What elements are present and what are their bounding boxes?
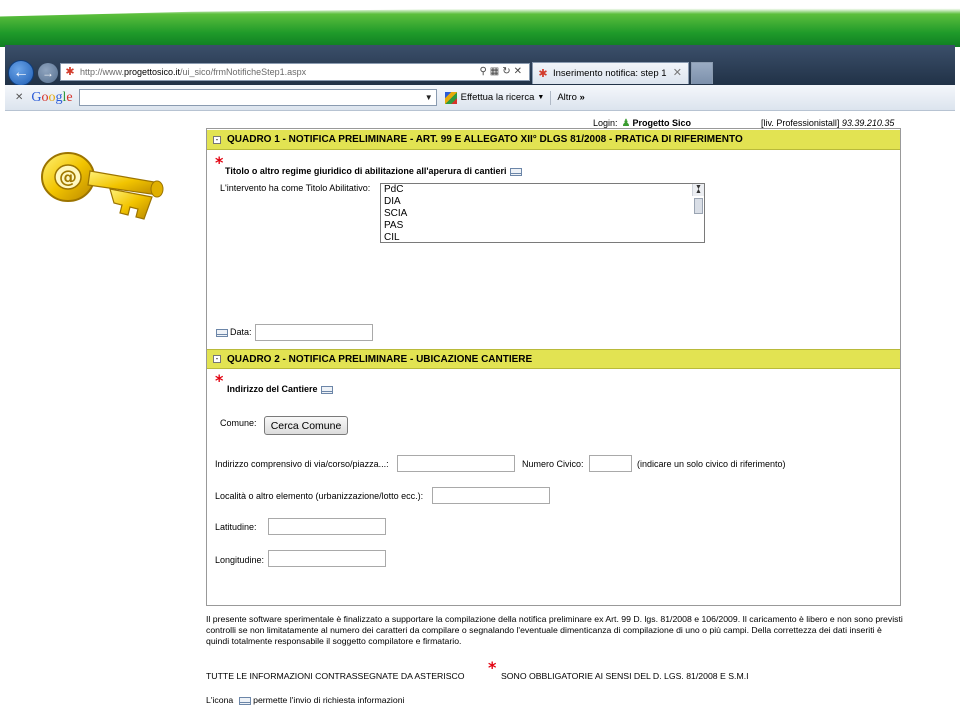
- refresh-icon[interactable]: ↻: [502, 66, 513, 77]
- quadro2-header[interactable]: - QUADRO 2 - NOTIFICA PRELIMINARE - UBIC…: [207, 349, 900, 369]
- arrow-left-icon: ←: [13, 64, 29, 81]
- tab-inserimento-notifica[interactable]: ✱ Inserimento notifica: step 1 ✕: [532, 62, 689, 84]
- disclaimer-text: Il presente software sperimentale è fina…: [206, 614, 903, 646]
- civico-hint: (indicare un solo civico di riferimento): [637, 459, 786, 469]
- double-chevron-icon: »: [579, 92, 585, 103]
- collapse-icon[interactable]: -: [213, 355, 221, 363]
- quadro2-section-title: Indirizzo del Cantiere: [227, 384, 333, 394]
- quadro1-section-text: Titolo o altro regime giuridico di abili…: [225, 166, 507, 176]
- google-logo: Google: [31, 89, 73, 105]
- numero-civico-input[interactable]: [589, 455, 632, 472]
- forward-button[interactable]: →: [38, 63, 58, 83]
- chevron-down-icon[interactable]: ▼: [425, 93, 433, 102]
- icon-legend-suffix: permette l'invio di richiesta informazio…: [253, 695, 405, 705]
- google-search-input[interactable]: ▼: [78, 89, 437, 106]
- latitudine-label: Latitudine:: [215, 522, 257, 532]
- titolo-abilitativo-label: L'intervento ha come Titolo Abilitativo:: [220, 183, 371, 193]
- level-text: [liv. Professionistall]: [761, 118, 840, 128]
- tab-favicon-icon: ✱: [538, 67, 548, 80]
- ip-address: 93.39.210.35: [841, 118, 895, 128]
- listbox-option[interactable]: SCIA: [384, 208, 704, 220]
- listbox-option[interactable]: DIA: [384, 196, 704, 208]
- icon-legend: L'icona permette l'invio di richiesta in…: [206, 695, 404, 705]
- url-path: /ui_sico/frmNotificheStep1.aspx: [180, 67, 307, 77]
- indirizzo-input[interactable]: [397, 455, 515, 472]
- required-asterisk: *: [215, 153, 224, 172]
- mandatory-note-left: TUTTE LE INFORMAZIONI CONTRASSEGNATE DA …: [206, 671, 465, 681]
- data-input[interactable]: [255, 324, 373, 341]
- key-logo: @: [41, 152, 164, 220]
- more-button[interactable]: Altro »: [557, 92, 584, 103]
- scroll-thumb[interactable]: [694, 198, 703, 214]
- tab-title: Inserimento notifica: step 1: [553, 68, 667, 79]
- google-toolbar: ✕ Google ▼ Effettua la ricerca ▼ Altro »: [5, 85, 955, 111]
- tab-close-icon[interactable]: ✕: [673, 66, 682, 79]
- localita-input[interactable]: [432, 487, 550, 504]
- url-prefix: http://www.: [80, 67, 125, 77]
- longitudine-input[interactable]: [268, 550, 386, 567]
- url-domain: progettosico.it: [124, 67, 181, 77]
- localita-label: Località o altro elemento (urbanizzazion…: [215, 491, 424, 501]
- comune-label: Comune:: [220, 418, 257, 428]
- stop-icon[interactable]: ✕: [514, 66, 525, 77]
- required-asterisk: *: [488, 658, 497, 677]
- google-search-button[interactable]: Effettua la ricerca ▼: [444, 91, 545, 104]
- mail-icon[interactable]: [509, 167, 522, 176]
- address-bar[interactable]: ✱ http://www. progettosico.it/ui_sico/frm…: [60, 63, 530, 81]
- new-tab-button[interactable]: [691, 62, 713, 84]
- search-icon[interactable]: ⚲: [479, 66, 489, 77]
- dropdown-arrow-icon: ▼: [537, 94, 545, 101]
- quadro1-title: QUADRO 1 - NOTIFICA PRELIMINARE - ART. 9…: [227, 134, 743, 145]
- google-search-icon: [444, 91, 457, 104]
- quadro1-header[interactable]: - QUADRO 1 - NOTIFICA PRELIMINARE - ART.…: [207, 130, 900, 150]
- quadro2-title: QUADRO 2 - NOTIFICA PRELIMINARE - UBICAZ…: [227, 353, 533, 365]
- slide-green-band: [0, 4, 960, 47]
- collapse-icon[interactable]: -: [213, 135, 221, 144]
- arrow-right-icon: →: [42, 66, 54, 80]
- more-label: Altro: [557, 92, 577, 103]
- mail-icon[interactable]: [216, 328, 228, 337]
- required-asterisk: *: [215, 371, 224, 390]
- quadro2-section-text: Indirizzo del Cantiere: [227, 384, 318, 394]
- login-label: Login:: [593, 118, 618, 128]
- browser-tabbar: ← → ✱ http://www. progettosico.it/ui_sico…: [5, 45, 955, 86]
- site-favicon-icon: ✱: [65, 66, 75, 78]
- form-frame: - QUADRO 1 - NOTIFICA PRELIMINARE - ART.…: [206, 128, 901, 606]
- data-label: Data:: [230, 327, 252, 337]
- cerca-comune-button[interactable]: Cerca Comune: [264, 416, 348, 435]
- address-bar-icons[interactable]: ⚲▦↻✕: [479, 66, 525, 77]
- toolbar-separator: [550, 90, 552, 105]
- icon-legend-prefix: L'icona: [206, 695, 234, 705]
- scroll-down-icon[interactable]: ▼: [695, 182, 702, 194]
- mail-icon[interactable]: [320, 385, 333, 394]
- data-label-row: Data:: [216, 327, 252, 337]
- back-button[interactable]: ←: [8, 60, 34, 86]
- listbox-option[interactable]: PdC: [384, 184, 704, 196]
- titolo-abilitativo-listbox[interactable]: PdC DIA SCIA PAS CIL ▲ ▼: [380, 183, 705, 243]
- toolbar-close-icon[interactable]: ✕: [15, 92, 23, 103]
- search-button-label: Effettua la ricerca: [460, 92, 535, 103]
- mandatory-note-right: SONO OBBLIGATORIE AI SENSI DEL D. LGS. 8…: [501, 671, 749, 681]
- listbox-option[interactable]: CIL: [384, 232, 704, 244]
- mail-icon: [238, 696, 251, 705]
- quadro1-section-title: Titolo o altro regime giuridico di abili…: [225, 166, 522, 176]
- user-name: Progetto Sico: [632, 118, 692, 128]
- listbox-option[interactable]: PAS: [384, 220, 704, 232]
- indirizzo-label: Indirizzo comprensivo di via/corso/piazz…: [215, 459, 389, 469]
- listbox-scrollbar[interactable]: ▲ ▼: [692, 182, 704, 214]
- svg-text:@: @: [59, 167, 77, 188]
- browser-window: ← → ✱ http://www. progettosico.it/ui_sico…: [5, 45, 955, 111]
- numero-civico-label: Numero Civico:: [522, 459, 584, 469]
- compat-view-icon[interactable]: ▦: [490, 66, 502, 77]
- latitudine-input[interactable]: [268, 518, 386, 535]
- user-level: [liv. Professionistall] 93.39.210.35: [761, 118, 894, 128]
- longitudine-label: Longitudine:: [215, 555, 265, 565]
